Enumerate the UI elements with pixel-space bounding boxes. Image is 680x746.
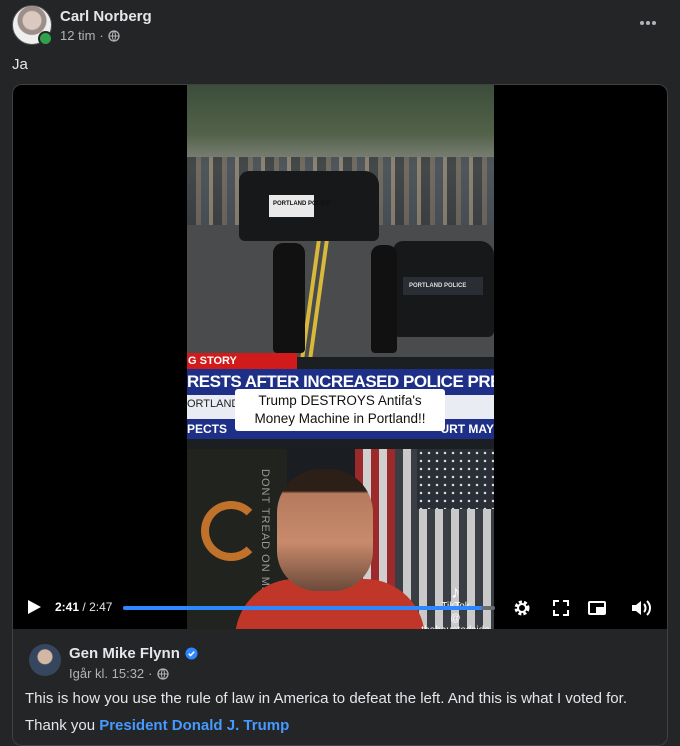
meta-separator: · [99, 28, 104, 43]
author-avatar[interactable] [12, 5, 53, 46]
progress-bar[interactable] [123, 606, 495, 610]
shared-post-meta: Igår kl. 15:32 · [69, 666, 169, 681]
volume-icon[interactable] [629, 598, 653, 618]
story-tag: G STORY [187, 353, 297, 369]
police-car: PORTLAND POLICE [393, 241, 494, 337]
officer [273, 243, 305, 353]
officer [371, 245, 397, 353]
post-text: Ja [12, 56, 28, 73]
globe-icon [108, 29, 120, 42]
speaker-face [277, 469, 373, 591]
video-controls: 2:41 / 2:47 [13, 593, 667, 623]
fullscreen-icon[interactable] [551, 598, 571, 618]
shared-post-text-2: Thank you President Donald J. Trump [25, 717, 290, 734]
mention-link[interactable]: President Donald J. Trump [99, 717, 289, 734]
verified-badge-icon [185, 647, 198, 660]
shared-post-body: Gen Mike Flynn Igår kl. 15:32 · This is … [13, 630, 667, 745]
video-frame[interactable]: PORTLAND POLICE PORTLAND POLICE G STORY … [187, 85, 494, 629]
flag-stars [417, 449, 494, 509]
settings-gear-icon[interactable] [512, 598, 532, 618]
video-time: 2:41 / 2:47 [55, 600, 113, 614]
police-car: PORTLAND POLICE [239, 171, 379, 241]
shared-post-card[interactable]: PORTLAND POLICE PORTLAND POLICE G STORY … [12, 84, 668, 746]
author-name[interactable]: Carl Norberg [60, 8, 152, 25]
globe-icon [156, 667, 169, 680]
shared-timestamp[interactable]: Igår kl. 15:32 [69, 666, 144, 681]
more-options-icon[interactable] [638, 15, 658, 31]
post-meta: 12 tim · [60, 28, 120, 43]
play-icon[interactable] [28, 600, 41, 614]
video-caption: Trump DESTROYS Antifa's Money Machine in… [235, 389, 445, 431]
picture-in-picture-icon[interactable] [587, 598, 607, 618]
shared-author: Gen Mike Flynn [69, 645, 198, 662]
shared-post-text: This is how you use the rule of law in A… [25, 690, 627, 707]
shared-author-name[interactable]: Gen Mike Flynn [69, 645, 180, 662]
post-timestamp[interactable]: 12 tim [60, 28, 95, 43]
post-header: Carl Norberg 12 tim · [12, 5, 668, 49]
meta-separator: · [148, 666, 153, 681]
police-scene: PORTLAND POLICE PORTLAND POLICE [187, 85, 494, 357]
progress-fill [123, 606, 482, 610]
video-player[interactable]: PORTLAND POLICE PORTLAND POLICE G STORY … [13, 85, 667, 629]
shared-author-avatar[interactable] [29, 644, 61, 676]
